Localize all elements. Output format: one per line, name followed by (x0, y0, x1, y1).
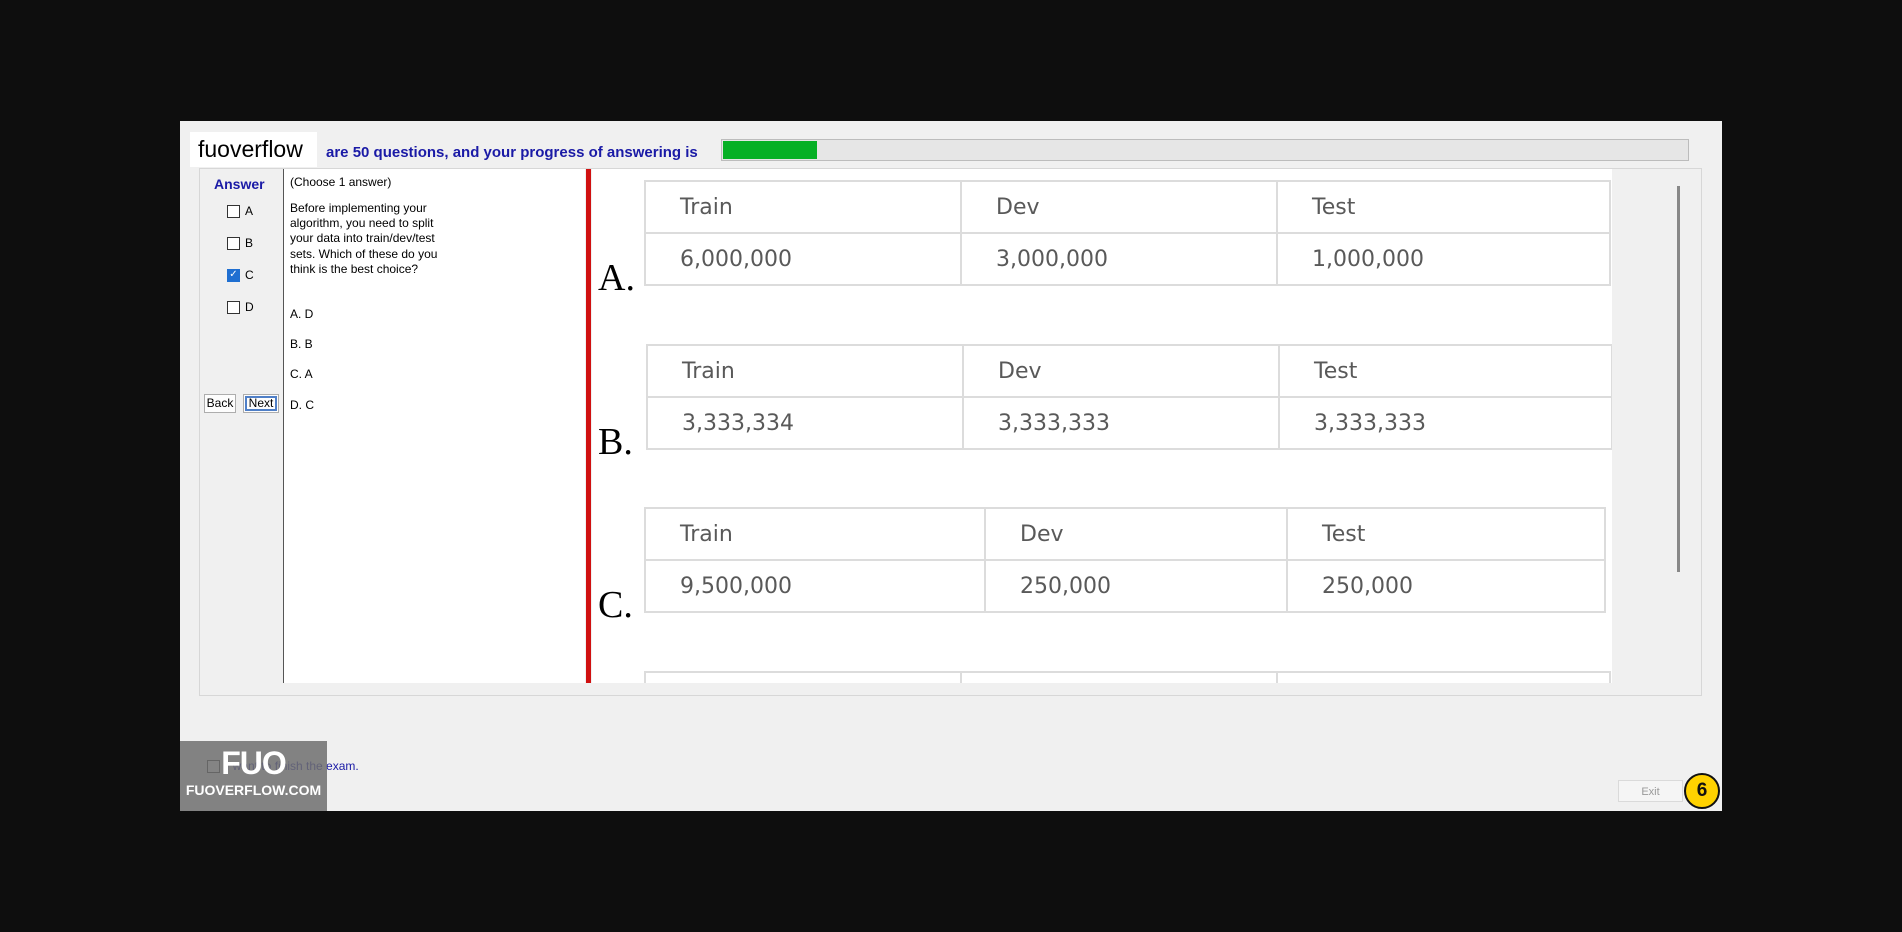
value-cell: 6,000,000 (644, 232, 962, 286)
option-a-label: A (245, 204, 254, 218)
image-scrollbar[interactable] (1677, 186, 1680, 572)
option-c-label: C (245, 268, 254, 282)
option-b[interactable]: B (227, 236, 253, 250)
value-cell: 3,333,333 (962, 396, 1280, 450)
option-d-table-partial (644, 671, 1611, 683)
question-image: A. Train Dev Test 6,000,000 3,000,000 1,… (592, 169, 1612, 683)
choice-a: A. D (290, 307, 314, 321)
value-cell: 3,333,334 (646, 396, 964, 450)
header-cell: Train (646, 344, 964, 398)
header-cell: Train (644, 507, 986, 561)
next-button[interactable]: Next (243, 394, 279, 413)
value-cell: 1,000,000 (1276, 232, 1611, 286)
value-cell: 250,000 (984, 559, 1288, 613)
value-cell: 9,500,000 (644, 559, 986, 613)
checkbox-b[interactable] (227, 236, 240, 250)
option-b-label: B (245, 236, 254, 250)
option-c-table: Train Dev Test 9,500,000 250,000 250,000 (644, 507, 1606, 613)
progress-label: are 50 questions, and your progress of a… (326, 144, 698, 161)
panel-divider (586, 169, 591, 683)
exam-window: fuoverflow are 50 questions, and your pr… (180, 121, 1722, 811)
choice-b: B. B (290, 337, 313, 351)
checkbox-d[interactable] (227, 300, 240, 314)
progress-fill (723, 141, 817, 159)
choice-d: D. C (290, 398, 314, 412)
question-line: think is the best choice? (290, 261, 419, 276)
header-cell: Dev (962, 344, 1280, 398)
header-cell (960, 671, 1278, 683)
fuoverflow-logo: FUO FUOVERFLOW.COM (180, 741, 327, 811)
question-text: Before implementing your algorithm, you … (290, 201, 437, 277)
question-line: Before implementing your (290, 201, 427, 215)
header-cell: Test (1286, 507, 1606, 561)
header-cell: Train (644, 180, 962, 234)
value-cell: 250,000 (1286, 559, 1606, 613)
option-c[interactable]: ✓ C (227, 268, 254, 282)
header-cell: Test (1278, 344, 1612, 398)
option-d[interactable]: D (227, 300, 254, 314)
checkbox-c[interactable]: ✓ (227, 268, 240, 282)
image-letter-a: A. (598, 257, 635, 299)
brand-watermark: fuoverflow (190, 132, 317, 167)
question-number-badge: 6 (1684, 773, 1720, 809)
exit-button[interactable]: Exit (1618, 780, 1683, 802)
header-cell (644, 671, 962, 683)
value-cell: 3,333,333 (1278, 396, 1612, 450)
value-cell: 3,000,000 (960, 232, 1278, 286)
choice-c: C. A (290, 367, 313, 381)
question-line: sets. Which of these do you (290, 246, 438, 261)
question-panel: (Choose 1 answer) Before implementing yo… (283, 169, 585, 683)
question-instruction: (Choose 1 answer) (290, 175, 392, 189)
header-cell: Test (1276, 180, 1611, 234)
header-cell: Dev (984, 507, 1288, 561)
image-letter-c: C. (598, 584, 633, 626)
answer-heading: Answer (214, 176, 265, 192)
logo-mark: FUO (221, 745, 287, 781)
option-a[interactable]: A (227, 204, 253, 218)
question-line: algorithm, you need to split (290, 216, 434, 231)
image-letter-b: B. (598, 421, 633, 463)
option-a-table: Train Dev Test 6,000,000 3,000,000 1,000… (644, 180, 1611, 286)
header-cell: Dev (960, 180, 1278, 234)
logo-text: FUOVERFLOW.COM (185, 782, 322, 798)
header-cell (1276, 671, 1611, 683)
back-button[interactable]: Back (204, 394, 236, 413)
question-line: your data into train/dev/test (290, 231, 435, 246)
progress-bar (721, 139, 1689, 161)
option-d-label: D (245, 300, 254, 314)
checkbox-a[interactable] (227, 204, 240, 218)
option-b-table: Train Dev Test 3,333,334 3,333,333 3,333… (646, 344, 1612, 450)
